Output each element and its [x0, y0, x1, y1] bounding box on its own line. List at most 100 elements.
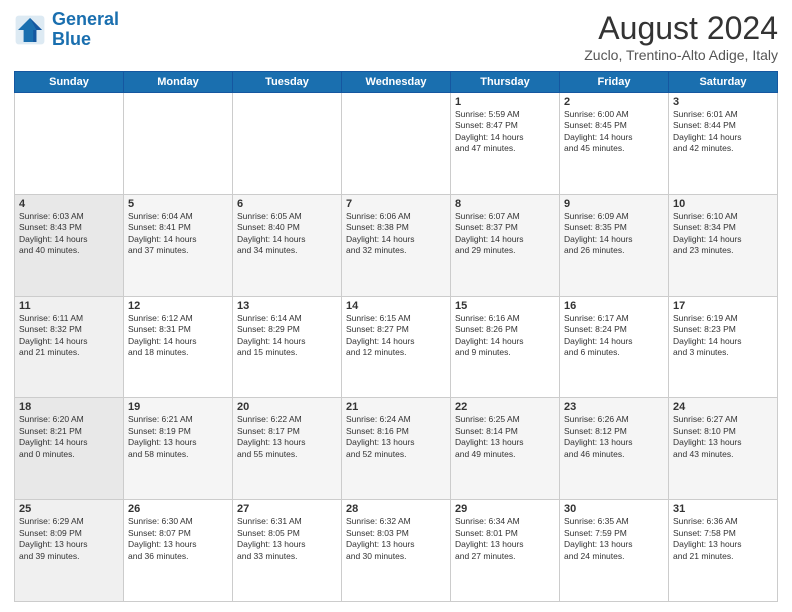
calendar-cell: 4Sunrise: 6:03 AM Sunset: 8:43 PM Daylig…: [15, 194, 124, 296]
col-wednesday: Wednesday: [342, 72, 451, 93]
day-number: 26: [128, 503, 228, 515]
calendar-table: Sunday Monday Tuesday Wednesday Thursday…: [14, 71, 778, 602]
day-info: Sunrise: 6:22 AM Sunset: 8:17 PM Dayligh…: [237, 414, 337, 460]
calendar-cell: [15, 93, 124, 195]
day-info: Sunrise: 6:30 AM Sunset: 8:07 PM Dayligh…: [128, 516, 228, 562]
day-info: Sunrise: 6:29 AM Sunset: 8:09 PM Dayligh…: [19, 516, 119, 562]
calendar-cell: 31Sunrise: 6:36 AM Sunset: 7:58 PM Dayli…: [669, 500, 778, 602]
col-friday: Friday: [560, 72, 669, 93]
calendar-cell: 26Sunrise: 6:30 AM Sunset: 8:07 PM Dayli…: [124, 500, 233, 602]
calendar-cell: 16Sunrise: 6:17 AM Sunset: 8:24 PM Dayli…: [560, 296, 669, 398]
calendar-week-3: 11Sunrise: 6:11 AM Sunset: 8:32 PM Dayli…: [15, 296, 778, 398]
calendar-cell: [342, 93, 451, 195]
day-info: Sunrise: 6:19 AM Sunset: 8:23 PM Dayligh…: [673, 313, 773, 359]
day-info: Sunrise: 6:15 AM Sunset: 8:27 PM Dayligh…: [346, 313, 446, 359]
calendar-cell: 3Sunrise: 6:01 AM Sunset: 8:44 PM Daylig…: [669, 93, 778, 195]
calendar-cell: 13Sunrise: 6:14 AM Sunset: 8:29 PM Dayli…: [233, 296, 342, 398]
day-number: 28: [346, 503, 446, 515]
day-number: 15: [455, 300, 555, 312]
day-info: Sunrise: 6:10 AM Sunset: 8:34 PM Dayligh…: [673, 211, 773, 257]
calendar-cell: 7Sunrise: 6:06 AM Sunset: 8:38 PM Daylig…: [342, 194, 451, 296]
day-info: Sunrise: 6:17 AM Sunset: 8:24 PM Dayligh…: [564, 313, 664, 359]
day-number: 21: [346, 401, 446, 413]
day-number: 27: [237, 503, 337, 515]
calendar-cell: 14Sunrise: 6:15 AM Sunset: 8:27 PM Dayli…: [342, 296, 451, 398]
day-info: Sunrise: 6:01 AM Sunset: 8:44 PM Dayligh…: [673, 109, 773, 155]
day-info: Sunrise: 6:32 AM Sunset: 8:03 PM Dayligh…: [346, 516, 446, 562]
calendar-cell: 20Sunrise: 6:22 AM Sunset: 8:17 PM Dayli…: [233, 398, 342, 500]
logo-general: General: [52, 9, 119, 29]
day-info: Sunrise: 5:59 AM Sunset: 8:47 PM Dayligh…: [455, 109, 555, 155]
day-info: Sunrise: 6:27 AM Sunset: 8:10 PM Dayligh…: [673, 414, 773, 460]
day-info: Sunrise: 6:31 AM Sunset: 8:05 PM Dayligh…: [237, 516, 337, 562]
day-number: 29: [455, 503, 555, 515]
calendar-cell: [233, 93, 342, 195]
day-number: 25: [19, 503, 119, 515]
calendar-week-2: 4Sunrise: 6:03 AM Sunset: 8:43 PM Daylig…: [15, 194, 778, 296]
day-number: 4: [19, 198, 119, 210]
header-row: Sunday Monday Tuesday Wednesday Thursday…: [15, 72, 778, 93]
calendar-week-5: 25Sunrise: 6:29 AM Sunset: 8:09 PM Dayli…: [15, 500, 778, 602]
day-number: 13: [237, 300, 337, 312]
col-sunday: Sunday: [15, 72, 124, 93]
logo-text: General Blue: [52, 10, 119, 50]
calendar-cell: 23Sunrise: 6:26 AM Sunset: 8:12 PM Dayli…: [560, 398, 669, 500]
calendar-cell: 29Sunrise: 6:34 AM Sunset: 8:01 PM Dayli…: [451, 500, 560, 602]
calendar-cell: 17Sunrise: 6:19 AM Sunset: 8:23 PM Dayli…: [669, 296, 778, 398]
calendar-cell: 15Sunrise: 6:16 AM Sunset: 8:26 PM Dayli…: [451, 296, 560, 398]
calendar-cell: 6Sunrise: 6:05 AM Sunset: 8:40 PM Daylig…: [233, 194, 342, 296]
day-number: 19: [128, 401, 228, 413]
day-info: Sunrise: 6:00 AM Sunset: 8:45 PM Dayligh…: [564, 109, 664, 155]
calendar-cell: 28Sunrise: 6:32 AM Sunset: 8:03 PM Dayli…: [342, 500, 451, 602]
col-saturday: Saturday: [669, 72, 778, 93]
day-info: Sunrise: 6:36 AM Sunset: 7:58 PM Dayligh…: [673, 516, 773, 562]
day-info: Sunrise: 6:09 AM Sunset: 8:35 PM Dayligh…: [564, 211, 664, 257]
day-info: Sunrise: 6:20 AM Sunset: 8:21 PM Dayligh…: [19, 414, 119, 460]
day-number: 2: [564, 96, 664, 108]
day-number: 9: [564, 198, 664, 210]
calendar-cell: 25Sunrise: 6:29 AM Sunset: 8:09 PM Dayli…: [15, 500, 124, 602]
day-info: Sunrise: 6:35 AM Sunset: 7:59 PM Dayligh…: [564, 516, 664, 562]
calendar-cell: 2Sunrise: 6:00 AM Sunset: 8:45 PM Daylig…: [560, 93, 669, 195]
day-info: Sunrise: 6:06 AM Sunset: 8:38 PM Dayligh…: [346, 211, 446, 257]
calendar-cell: 11Sunrise: 6:11 AM Sunset: 8:32 PM Dayli…: [15, 296, 124, 398]
day-info: Sunrise: 6:03 AM Sunset: 8:43 PM Dayligh…: [19, 211, 119, 257]
title-block: August 2024 Zuclo, Trentino-Alto Adige, …: [584, 10, 778, 63]
day-number: 17: [673, 300, 773, 312]
day-number: 23: [564, 401, 664, 413]
day-info: Sunrise: 6:16 AM Sunset: 8:26 PM Dayligh…: [455, 313, 555, 359]
day-info: Sunrise: 6:11 AM Sunset: 8:32 PM Dayligh…: [19, 313, 119, 359]
day-number: 10: [673, 198, 773, 210]
calendar-cell: 24Sunrise: 6:27 AM Sunset: 8:10 PM Dayli…: [669, 398, 778, 500]
logo: General Blue: [14, 10, 119, 50]
day-info: Sunrise: 6:04 AM Sunset: 8:41 PM Dayligh…: [128, 211, 228, 257]
day-info: Sunrise: 6:05 AM Sunset: 8:40 PM Dayligh…: [237, 211, 337, 257]
day-info: Sunrise: 6:24 AM Sunset: 8:16 PM Dayligh…: [346, 414, 446, 460]
day-number: 18: [19, 401, 119, 413]
day-number: 1: [455, 96, 555, 108]
calendar-cell: 22Sunrise: 6:25 AM Sunset: 8:14 PM Dayli…: [451, 398, 560, 500]
calendar-cell: 5Sunrise: 6:04 AM Sunset: 8:41 PM Daylig…: [124, 194, 233, 296]
col-monday: Monday: [124, 72, 233, 93]
calendar-cell: 30Sunrise: 6:35 AM Sunset: 7:59 PM Dayli…: [560, 500, 669, 602]
day-number: 24: [673, 401, 773, 413]
day-number: 6: [237, 198, 337, 210]
day-number: 30: [564, 503, 664, 515]
calendar-week-4: 18Sunrise: 6:20 AM Sunset: 8:21 PM Dayli…: [15, 398, 778, 500]
month-title: August 2024: [584, 10, 778, 47]
day-info: Sunrise: 6:26 AM Sunset: 8:12 PM Dayligh…: [564, 414, 664, 460]
calendar-week-1: 1Sunrise: 5:59 AM Sunset: 8:47 PM Daylig…: [15, 93, 778, 195]
day-info: Sunrise: 6:21 AM Sunset: 8:19 PM Dayligh…: [128, 414, 228, 460]
calendar-cell: 10Sunrise: 6:10 AM Sunset: 8:34 PM Dayli…: [669, 194, 778, 296]
col-tuesday: Tuesday: [233, 72, 342, 93]
calendar-cell: 21Sunrise: 6:24 AM Sunset: 8:16 PM Dayli…: [342, 398, 451, 500]
calendar-cell: 9Sunrise: 6:09 AM Sunset: 8:35 PM Daylig…: [560, 194, 669, 296]
logo-blue: Blue: [52, 30, 119, 50]
day-number: 8: [455, 198, 555, 210]
day-info: Sunrise: 6:07 AM Sunset: 8:37 PM Dayligh…: [455, 211, 555, 257]
calendar-cell: 18Sunrise: 6:20 AM Sunset: 8:21 PM Dayli…: [15, 398, 124, 500]
day-info: Sunrise: 6:12 AM Sunset: 8:31 PM Dayligh…: [128, 313, 228, 359]
day-number: 12: [128, 300, 228, 312]
day-info: Sunrise: 6:34 AM Sunset: 8:01 PM Dayligh…: [455, 516, 555, 562]
day-number: 3: [673, 96, 773, 108]
